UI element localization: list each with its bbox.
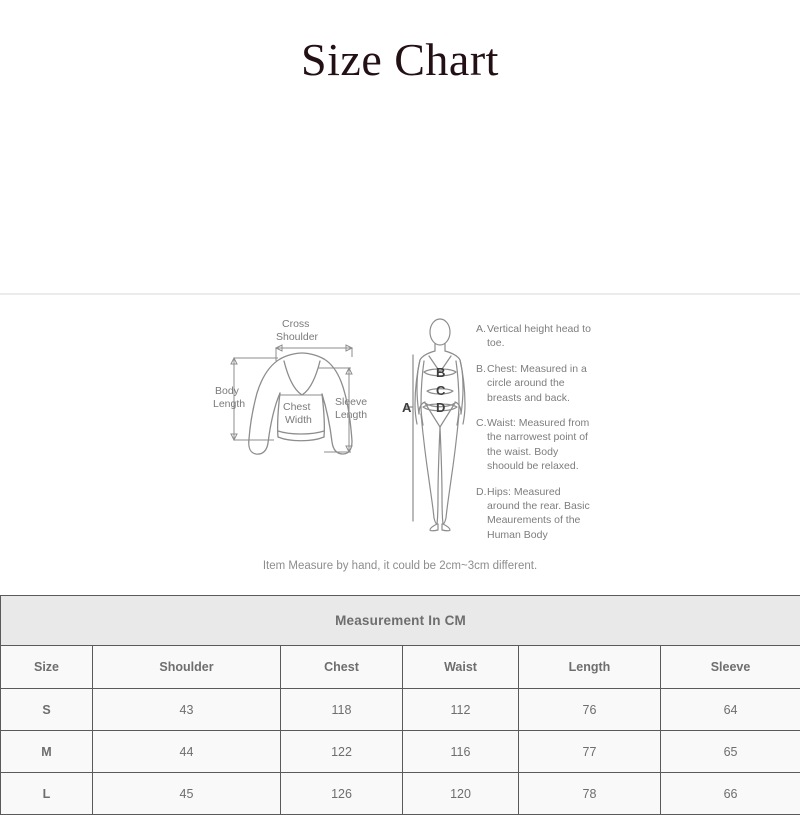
column-header-length: Length	[519, 646, 661, 689]
legend-item-d: D. Hips: Measured around the rear. Basic…	[476, 485, 596, 543]
table-caption: Measurement In CM	[1, 596, 800, 646]
label-chest-width-line2: Width	[285, 414, 312, 426]
cell-size: S	[1, 689, 93, 731]
section-divider	[0, 293, 800, 295]
title-band: Size Chart	[0, 0, 800, 120]
column-header-sleeve: Sleeve	[661, 646, 800, 689]
size-table: Measurement In CM Size Shoulder Chest Wa…	[0, 595, 800, 815]
column-header-size: Size	[1, 646, 93, 689]
measure-note: Item Measure by hand, it could be 2cm~3c…	[0, 560, 800, 572]
legend-text-a: Vertical height head to toe.	[487, 322, 596, 351]
legend-key-a: A.	[476, 322, 487, 351]
cell-size: L	[1, 773, 93, 815]
legend-item-b: B. Chest: Measured in a circle around th…	[476, 362, 596, 405]
marker-c: C	[436, 383, 446, 398]
table-header-row: Size Shoulder Chest Waist Length Sleeve	[1, 646, 800, 689]
garment-diagram: Cross Shoulder Body Length Sleeve Length	[212, 315, 382, 480]
cell-chest: 118	[281, 689, 403, 731]
diagram-region: Cross Shoulder Body Length Sleeve Length	[0, 310, 800, 570]
label-cross-shoulder-line1: Cross	[282, 318, 309, 330]
legend-key-b: B.	[476, 362, 487, 405]
cell-chest: 126	[281, 773, 403, 815]
cell-chest: 122	[281, 731, 403, 773]
table-caption-row: Measurement In CM	[1, 596, 800, 646]
cell-length: 78	[519, 773, 661, 815]
table-row: S 43 118 112 76 64	[1, 689, 800, 731]
cell-sleeve: 66	[661, 773, 800, 815]
legend-item-c: C. Waist: Measured from the narrowest po…	[476, 416, 596, 474]
cell-waist: 120	[403, 773, 519, 815]
column-header-chest: Chest	[281, 646, 403, 689]
page-title: Size Chart	[301, 37, 499, 83]
measurement-legend: A. Vertical height head to toe. B. Chest…	[476, 322, 596, 553]
cell-shoulder: 45	[93, 773, 281, 815]
column-header-shoulder: Shoulder	[93, 646, 281, 689]
body-figure-diagram: A B C D	[402, 315, 476, 540]
legend-item-a: A. Vertical height head to toe.	[476, 322, 596, 351]
cell-length: 76	[519, 689, 661, 731]
cell-sleeve: 64	[661, 689, 800, 731]
marker-a: A	[402, 400, 412, 415]
table-row: L 45 126 120 78 66	[1, 773, 800, 815]
cell-shoulder: 44	[93, 731, 281, 773]
legend-key-c: C.	[476, 416, 487, 474]
cell-length: 77	[519, 731, 661, 773]
label-body-length-line1: Body	[215, 385, 240, 397]
label-sleeve-length-line1: Sleeve	[335, 396, 367, 408]
marker-d: D	[436, 400, 445, 415]
cell-shoulder: 43	[93, 689, 281, 731]
label-cross-shoulder-line2: Shoulder	[276, 331, 319, 343]
legend-text-d: Hips: Measured around the rear. Basic Me…	[487, 485, 596, 543]
cell-waist: 116	[403, 731, 519, 773]
cell-sleeve: 65	[661, 731, 800, 773]
marker-b: B	[436, 365, 445, 380]
cell-waist: 112	[403, 689, 519, 731]
legend-key-d: D.	[476, 485, 487, 543]
label-sleeve-length-line2: Length	[335, 409, 367, 421]
legend-text-b: Chest: Measured in a circle around the b…	[487, 362, 596, 405]
label-body-length-line2: Length	[213, 398, 245, 410]
label-chest-width-line1: Chest	[283, 401, 311, 413]
table-row: M 44 122 116 77 65	[1, 731, 800, 773]
legend-text-c: Waist: Measured from the narrowest point…	[487, 416, 596, 474]
cell-size: M	[1, 731, 93, 773]
column-header-waist: Waist	[403, 646, 519, 689]
